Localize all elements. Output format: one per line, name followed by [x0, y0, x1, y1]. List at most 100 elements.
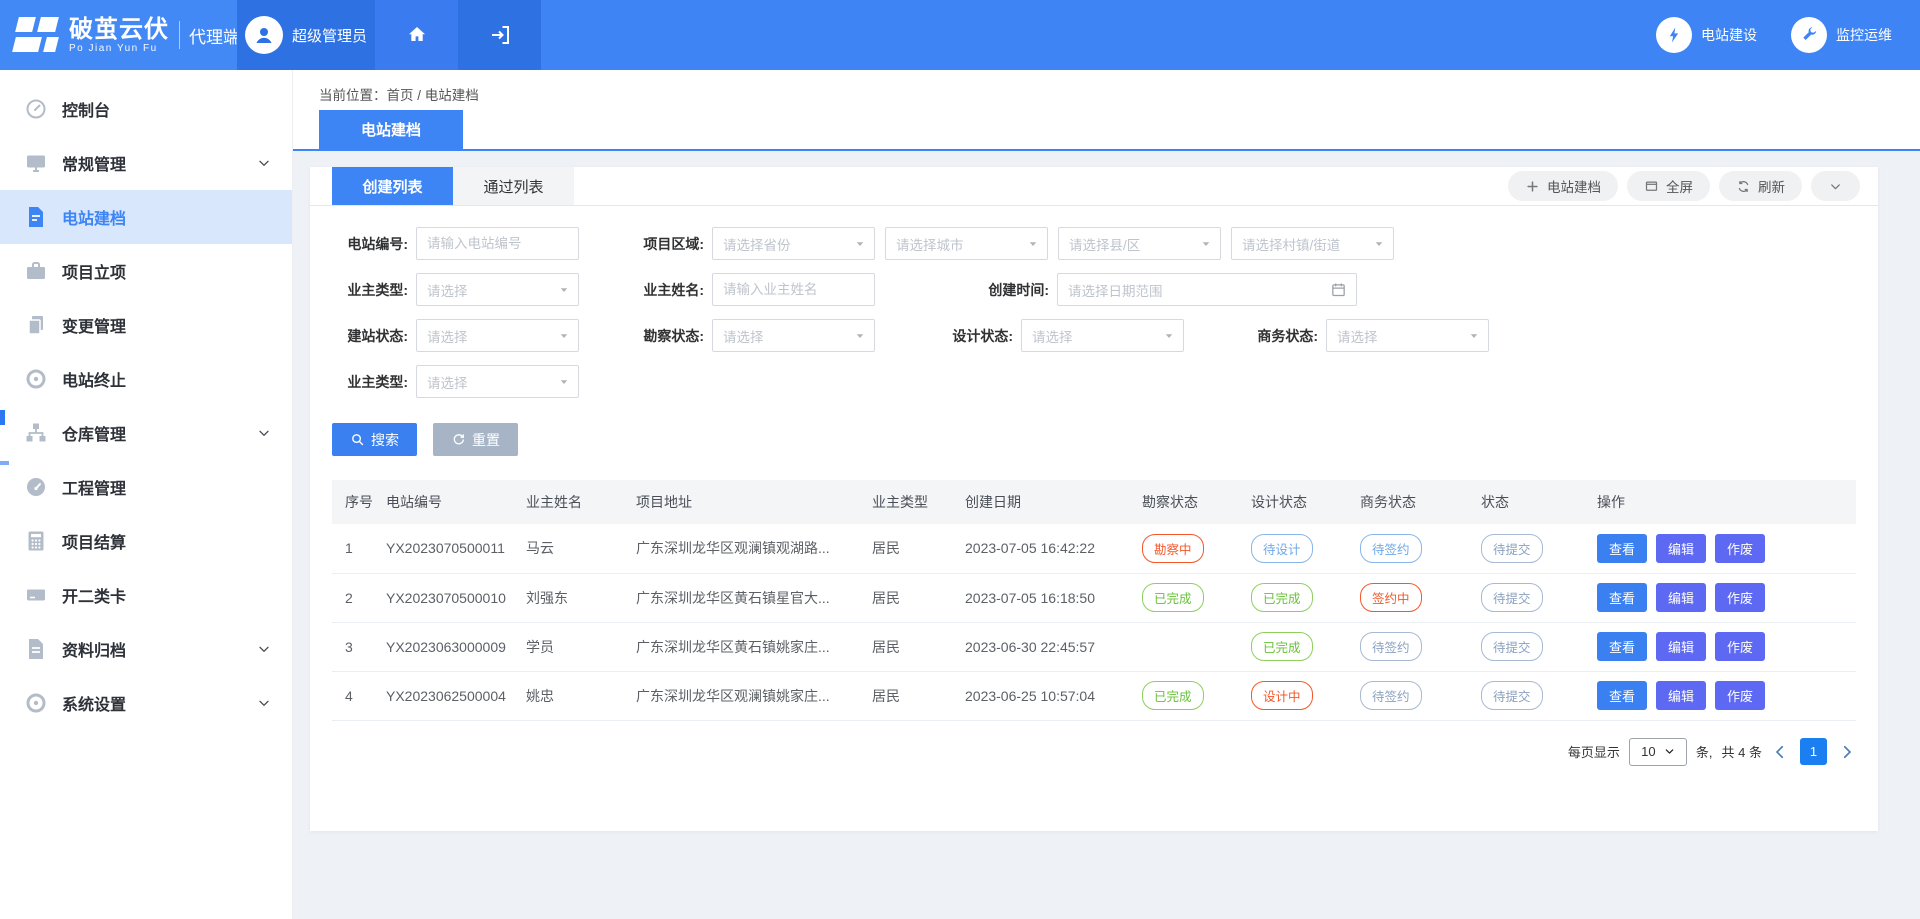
breadcrumb-home[interactable]: 首页: [387, 88, 414, 103]
breadcrumb-prefix: 当前位置：: [319, 88, 387, 103]
cell-type: 居民: [864, 573, 957, 622]
business-status-select[interactable]: 请选择: [1326, 319, 1489, 352]
cell-type: 居民: [864, 622, 957, 671]
table-wrap: 序号电站编号业主姓名项目地址业主类型创建日期勘察状态设计状态商务状态状态操作 1…: [310, 456, 1878, 721]
owner-type-2-select[interactable]: 请选择: [416, 365, 579, 398]
column-header: 序号: [332, 480, 378, 524]
sidebar-item-label: 控制台: [62, 97, 272, 121]
sidebar-item-system-settings[interactable]: 系统设置: [0, 676, 292, 730]
chevron-down-icon: [1664, 746, 1675, 757]
refresh-button[interactable]: 刷新: [1719, 171, 1802, 201]
sidebar-item-change-mgmt[interactable]: 变更管理: [0, 298, 292, 352]
fullscreen-button[interactable]: 全屏: [1627, 171, 1710, 201]
search-button[interactable]: 搜索: [332, 423, 417, 456]
status-badge: 待提交: [1481, 583, 1543, 612]
survey-status-select[interactable]: 请选择: [712, 319, 875, 352]
monitor-icon: [24, 151, 48, 175]
filter-label: 电站编号:: [332, 234, 408, 254]
build-status-select[interactable]: 请选择: [416, 319, 579, 352]
view-button[interactable]: 查看: [1597, 583, 1647, 612]
design-status-select[interactable]: 请选择: [1021, 319, 1184, 352]
caret-down-icon: [1163, 330, 1175, 342]
table-row: 3YX2023063000009学员广东深圳龙华区黄石镇姚家庄...居民2023…: [332, 622, 1856, 671]
target-icon: [24, 367, 48, 391]
table-row: 4YX2023062500004姚忠广东深圳龙华区观澜镇姚家庄...居民2023…: [332, 671, 1856, 720]
create-time-input[interactable]: 请选择日期范围: [1057, 273, 1357, 306]
cell-created: 2023-06-30 22:45:57: [957, 622, 1134, 671]
table-header-row: 序号电站编号业主姓名项目地址业主类型创建日期勘察状态设计状态商务状态状态操作: [332, 480, 1856, 524]
sidebar-item-warehouse-mgmt[interactable]: 仓库管理: [0, 406, 292, 460]
cell-design: 已完成: [1243, 622, 1352, 671]
chevron-down-icon: [256, 641, 272, 657]
void-button[interactable]: 作废: [1715, 632, 1765, 661]
sidebar-item-station-termination[interactable]: 电站终止: [0, 352, 292, 406]
sidebar-item-engineering-mgmt[interactable]: 工程管理: [0, 460, 292, 514]
sidebar-item-project-initiation[interactable]: 项目立项: [0, 244, 292, 298]
tab-create-list[interactable]: 创建列表: [332, 167, 453, 205]
edit-button[interactable]: 编辑: [1656, 534, 1706, 563]
status-badge: 待签约: [1360, 681, 1422, 710]
document-icon: [24, 205, 48, 229]
view-button[interactable]: 查看: [1597, 632, 1647, 661]
header-nav-station-build[interactable]: 电站建设: [1656, 17, 1757, 53]
chevron-down-icon: [1828, 179, 1843, 194]
stations-table: 序号电站编号业主姓名项目地址业主类型创建日期勘察状态设计状态商务状态状态操作 1…: [332, 480, 1856, 721]
prev-page-button[interactable]: [1771, 743, 1789, 761]
cell-status: 待提交: [1473, 622, 1589, 671]
status-badge: 待提交: [1481, 632, 1543, 661]
status-badge: 已完成: [1251, 632, 1313, 661]
cell-owner: 马云: [518, 524, 628, 573]
tab-passed-list[interactable]: 通过列表: [453, 167, 574, 205]
collapse-button[interactable]: [1811, 171, 1860, 201]
page-1-button[interactable]: 1: [1800, 738, 1827, 765]
project-region-3-select[interactable]: 请选择村镇/街道: [1231, 227, 1394, 260]
user-menu[interactable]: 超级管理员: [237, 0, 375, 70]
filter-label: 业主类型:: [332, 372, 408, 392]
column-header: 设计状态: [1243, 480, 1352, 524]
filter-form: 电站编号: 项目区域: 请选择省份 请选择城市 请选择县/区 请选择村镇/街道 业…: [310, 206, 1878, 398]
edit-button[interactable]: 编辑: [1656, 681, 1706, 710]
view-button[interactable]: 查看: [1597, 534, 1647, 563]
edit-button[interactable]: 编辑: [1656, 583, 1706, 612]
breadcrumb-current: 电站建档: [425, 88, 479, 103]
cell-actions: 查看编辑作废: [1589, 573, 1856, 622]
view-button[interactable]: 查看: [1597, 681, 1647, 710]
caret-down-icon: [1027, 238, 1039, 250]
cell-business: 签约中: [1352, 573, 1473, 622]
caret-down-icon: [1468, 330, 1480, 342]
next-page-button[interactable]: [1838, 743, 1856, 761]
void-button[interactable]: 作废: [1715, 534, 1765, 563]
sidebar-scroll-mark: [0, 461, 9, 465]
owner-name-input[interactable]: [712, 273, 875, 306]
project-region-0-select[interactable]: 请选择省份: [712, 227, 875, 260]
cell-created: 2023-07-05 16:42:22: [957, 524, 1134, 573]
project-region-1-select[interactable]: 请选择城市: [885, 227, 1048, 260]
refresh-icon: [1736, 179, 1751, 194]
void-button[interactable]: 作废: [1715, 583, 1765, 612]
wrench-icon: [1791, 17, 1827, 53]
edit-button[interactable]: 编辑: [1656, 632, 1706, 661]
caret-down-icon: [854, 330, 866, 342]
header-nav-monitor-ops[interactable]: 监控运维: [1791, 17, 1892, 53]
filter-label: 项目区域:: [628, 234, 704, 254]
sidebar-item-second-card[interactable]: 开二类卡: [0, 568, 292, 622]
per-page-select[interactable]: 10: [1629, 738, 1687, 766]
sidebar-item-console[interactable]: 控制台: [0, 82, 292, 136]
sidebar-item-general-mgmt[interactable]: 常规管理: [0, 136, 292, 190]
void-button[interactable]: 作废: [1715, 681, 1765, 710]
owner-type-select[interactable]: 请选择: [416, 273, 579, 306]
briefcase-icon: [24, 259, 48, 283]
sidebar-item-project-settlement[interactable]: 项目结算: [0, 514, 292, 568]
logout-button[interactable]: [458, 0, 541, 70]
page-tab[interactable]: 电站建档: [319, 110, 463, 149]
sidebar-item-data-archive[interactable]: 资料归档: [0, 622, 292, 676]
station-code-input[interactable]: [416, 227, 579, 260]
create-station-button[interactable]: 电站建档: [1508, 171, 1618, 201]
sidebar-item-station-archive[interactable]: 电站建档: [0, 190, 292, 244]
cell-no: 2: [332, 573, 378, 622]
project-region-2-select[interactable]: 请选择县/区: [1058, 227, 1221, 260]
table-row: 1YX2023070500011马云广东深圳龙华区观澜镇观湖路...居民2023…: [332, 524, 1856, 573]
column-header: 业主类型: [864, 480, 957, 524]
home-button[interactable]: [375, 0, 458, 70]
reset-button[interactable]: 重置: [433, 423, 518, 456]
